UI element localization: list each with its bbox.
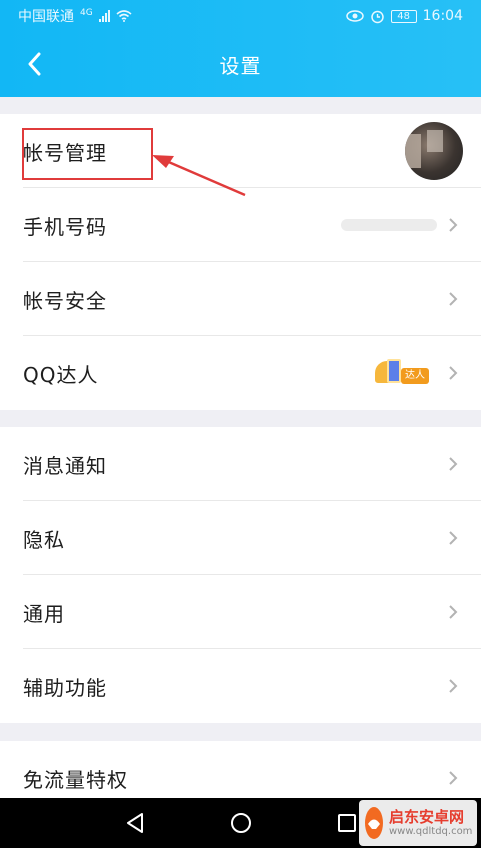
triangle-back-icon bbox=[126, 813, 143, 833]
wifi-icon bbox=[116, 10, 132, 22]
carrier-label: 中国联通 bbox=[18, 9, 74, 25]
page-title: 设置 bbox=[219, 54, 262, 78]
row-label: 通用 bbox=[23, 601, 65, 626]
circle-home-icon bbox=[230, 813, 251, 833]
avatar bbox=[405, 122, 463, 180]
row-privacy[interactable]: 隐私 bbox=[0, 501, 481, 575]
system-recents-button[interactable] bbox=[334, 810, 360, 836]
network-label: 4G bbox=[80, 8, 93, 18]
clock-label: 16:04 bbox=[422, 8, 463, 24]
eye-icon bbox=[345, 10, 364, 22]
row-notifications[interactable]: 消息通知 bbox=[0, 427, 481, 501]
row-label: 帐号管理 bbox=[23, 140, 107, 165]
status-bar: 中国联通 4G 48 16:04 bbox=[0, 0, 481, 32]
row-label: 隐私 bbox=[23, 527, 65, 552]
row-label: QQ达人 bbox=[23, 362, 99, 387]
signal-icon bbox=[98, 10, 110, 22]
chevron-right-icon bbox=[447, 769, 459, 787]
back-button[interactable] bbox=[16, 46, 52, 82]
chevron-left-icon bbox=[28, 52, 41, 76]
row-qq-daren[interactable]: QQ达人 达人 bbox=[0, 336, 481, 410]
square-recents-icon bbox=[337, 814, 356, 832]
chevron-right-icon bbox=[447, 603, 459, 621]
chevron-right-icon bbox=[447, 529, 459, 547]
row-label: 消息通知 bbox=[23, 453, 107, 478]
system-home-button[interactable] bbox=[228, 810, 254, 836]
chevron-right-icon bbox=[447, 290, 459, 308]
alarm-icon bbox=[370, 10, 384, 23]
daren-badge-icon: 达人 bbox=[375, 359, 437, 387]
row-general[interactable]: 通用 bbox=[0, 575, 481, 649]
watermark-name: 启东安卓网 bbox=[389, 808, 465, 827]
daren-badge-text: 达人 bbox=[401, 368, 429, 384]
row-account-management[interactable]: 帐号管理 bbox=[0, 114, 481, 188]
chevron-right-icon bbox=[447, 677, 459, 695]
settings-group-general: 消息通知 隐私 通用 辅助功能 bbox=[0, 427, 481, 723]
row-label: 辅助功能 bbox=[23, 675, 107, 700]
row-label: 手机号码 bbox=[23, 214, 107, 239]
system-back-button[interactable] bbox=[122, 810, 148, 836]
phone-number-value bbox=[341, 219, 437, 231]
row-account-security[interactable]: 帐号安全 bbox=[0, 262, 481, 336]
chevron-right-icon bbox=[447, 455, 459, 473]
top-header: 中国联通 4G 48 16:04 设置 bbox=[0, 0, 481, 97]
settings-group-account: 帐号管理 手机号码 帐号安全 QQ达人 达人 bbox=[0, 114, 481, 410]
row-label: 免流量特权 bbox=[23, 767, 128, 792]
battery-icon: 48 bbox=[390, 9, 417, 23]
watermark: 启东安卓网 www.qdltdq.com bbox=[359, 800, 477, 846]
watermark-logo-icon bbox=[365, 807, 383, 839]
row-accessibility[interactable]: 辅助功能 bbox=[0, 649, 481, 723]
nav-bar: 设置 bbox=[0, 32, 481, 97]
row-phone-number[interactable]: 手机号码 bbox=[0, 188, 481, 262]
chevron-right-icon bbox=[447, 364, 459, 382]
watermark-url: www.qdltdq.com bbox=[389, 825, 473, 837]
row-label: 帐号安全 bbox=[23, 288, 107, 313]
chevron-right-icon bbox=[447, 216, 459, 234]
